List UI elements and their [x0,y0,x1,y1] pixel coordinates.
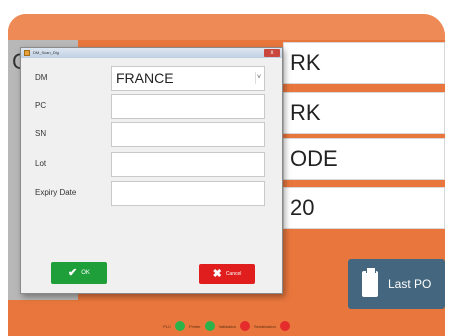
pc-label: PC [35,101,47,110]
ok-button[interactable]: ✔ OK [51,262,107,284]
work-order-field-2[interactable]: RK [283,92,445,134]
cancel-label: Cancel [225,271,242,277]
lot-label: Lot [35,159,47,168]
app-icon [24,50,30,56]
status-legend: PLC Printer Validation Serialization [8,319,445,333]
status-dot-printer [204,321,215,331]
expiry-date-label: Expiry Date [35,188,77,197]
code-field[interactable]: ODE [283,138,445,180]
last-po-button[interactable]: Last PO [348,259,445,309]
dm-select[interactable]: FRANCE ˅ [111,66,265,91]
quantity-field[interactable]: 20 [283,187,445,229]
dm-label: DM [35,73,48,82]
expiry-date-input[interactable] [111,181,265,206]
close-button[interactable]: x [264,49,280,57]
scan-dialog: DM_Scan_Dlg x DM FRANCE ˅ PC SN Lot Expi… [20,47,283,294]
status-dot-plc [174,321,185,331]
close-icon: ✖ [212,267,222,280]
dialog-title: DM_Scan_Dlg [33,50,59,55]
dialog-titlebar[interactable]: DM_Scan_Dlg x [21,48,282,58]
checkmark-icon: ✔ [68,266,78,279]
chevron-down-icon[interactable]: ˅ [255,72,262,84]
lot-input[interactable] [111,152,265,177]
status-label-printer: Printer [188,323,201,329]
ok-label: OK [81,270,90,276]
sn-label: SN [35,129,47,138]
last-po-label: Last PO [388,277,432,291]
status-dot-validation [240,321,251,331]
dm-value: FRANCE [116,70,174,86]
cancel-button[interactable]: ✖ Cancel [199,264,255,284]
sn-input[interactable] [111,122,265,147]
pc-input[interactable] [111,94,265,119]
top-header-strip [8,14,445,40]
status-label-serialization: Serialization [254,323,276,329]
status-label-plc: PLC [163,323,171,329]
status-label-validation: Validation [218,323,237,329]
status-dot-serialization [279,321,290,331]
work-order-field[interactable]: RK [283,42,445,84]
clipboard-icon [362,267,378,297]
